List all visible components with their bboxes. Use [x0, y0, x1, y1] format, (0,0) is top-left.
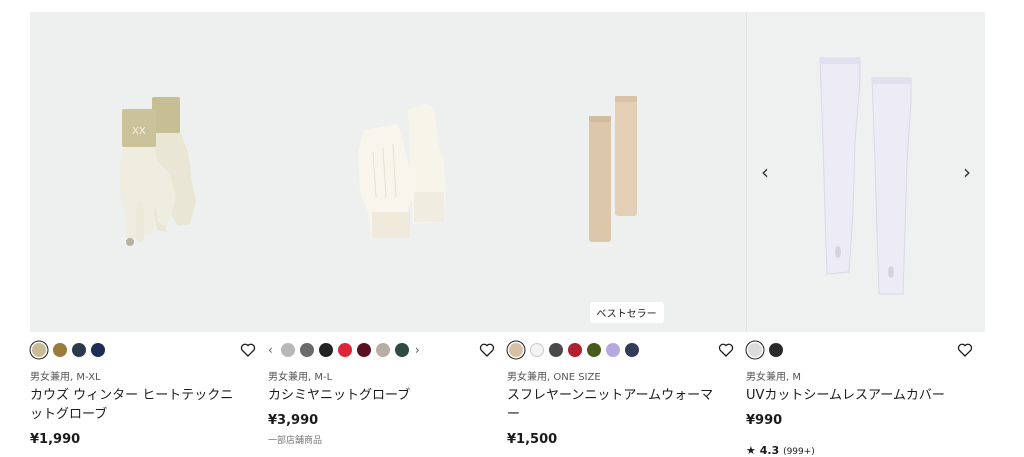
color-swatch[interactable]	[625, 343, 639, 357]
product-price: ¥3,990	[268, 413, 319, 428]
color-swatch[interactable]	[394, 343, 409, 357]
star-icon: ★	[746, 444, 756, 457]
color-swatch[interactable]	[91, 343, 105, 357]
product-image[interactable]: ベストセラー	[507, 12, 746, 332]
product-image[interactable]	[268, 12, 507, 332]
product-grid: XX 男女兼用, M-XL カウズ ウィンター ヒートテックニットグローブ ¥1…	[30, 12, 985, 457]
color-swatch[interactable]	[606, 343, 620, 357]
heart-icon[interactable]	[479, 342, 495, 358]
svg-text:XX: XX	[132, 126, 146, 137]
color-swatches	[30, 342, 268, 358]
product-card[interactable]: ‹ › 男女兼用, M-L カシミヤニットグローブ ¥3,990 一部店舗商品	[268, 12, 507, 456]
product-price: ¥1,500	[507, 432, 558, 447]
color-swatch[interactable]	[568, 343, 582, 357]
carousel-prev-button[interactable]: ‹	[761, 162, 769, 182]
color-swatch[interactable]	[337, 343, 352, 357]
product-name[interactable]: UVカットシームレスアームカバー	[746, 386, 961, 405]
color-swatch[interactable]	[318, 343, 333, 357]
color-swatches	[507, 342, 746, 358]
color-swatch[interactable]	[375, 343, 390, 357]
availability-note: 一部店舗商品	[268, 436, 323, 446]
swatch-next-button[interactable]: ›	[415, 343, 420, 357]
heart-icon[interactable]	[957, 342, 973, 358]
color-swatch[interactable]	[356, 343, 371, 357]
color-swatches: ‹ ›	[268, 342, 507, 358]
product-meta: 男女兼用, ONE SIZE	[507, 372, 601, 383]
color-swatch[interactable]	[748, 343, 762, 357]
product-card[interactable]: ベストセラー 男女兼用, ONE SIZE スフレヤーンニットアームウォーマー …	[507, 12, 746, 456]
color-swatch[interactable]	[549, 343, 563, 357]
product-meta: 男女兼用, M-XL	[30, 372, 101, 383]
product-meta: 男女兼用, M	[746, 372, 801, 383]
color-swatch[interactable]	[299, 343, 314, 357]
product-name[interactable]: スフレヤーンニットアームウォーマー	[507, 386, 722, 424]
rating-value: 4.3	[759, 444, 780, 457]
color-swatch[interactable]	[769, 343, 783, 357]
color-swatch[interactable]	[530, 343, 544, 357]
color-swatch[interactable]	[32, 343, 46, 357]
color-swatch[interactable]	[53, 343, 67, 357]
heart-icon[interactable]	[718, 342, 734, 358]
color-swatch[interactable]	[280, 343, 295, 357]
product-price: ¥1,990	[30, 432, 81, 447]
product-card[interactable]: XX 男女兼用, M-XL カウズ ウィンター ヒートテックニットグローブ ¥1…	[30, 12, 268, 456]
color-swatch[interactable]	[587, 343, 601, 357]
color-swatch[interactable]	[72, 343, 86, 357]
heart-icon[interactable]	[240, 342, 256, 358]
swatch-prev-button[interactable]: ‹	[268, 343, 273, 357]
product-card[interactable]: ‹ › 男女兼用, M UVカットシームレスアームカバー ¥990 ★ 4.3 …	[746, 12, 985, 457]
carousel-next-button[interactable]: ›	[963, 162, 971, 182]
product-meta: 男女兼用, M-L	[268, 372, 333, 383]
product-image[interactable]: XX	[30, 12, 268, 332]
color-swatch[interactable]	[509, 343, 523, 357]
product-name[interactable]: カウズ ウィンター ヒートテックニットグローブ	[30, 386, 245, 424]
product-name[interactable]: カシミヤニットグローブ	[268, 386, 483, 405]
product-rating: ★ 4.3 (999+)	[746, 444, 815, 457]
product-image[interactable]: ‹ ›	[746, 12, 985, 332]
color-swatches	[746, 342, 985, 358]
bestseller-badge: ベストセラー	[589, 302, 664, 323]
product-price: ¥990	[746, 413, 783, 428]
